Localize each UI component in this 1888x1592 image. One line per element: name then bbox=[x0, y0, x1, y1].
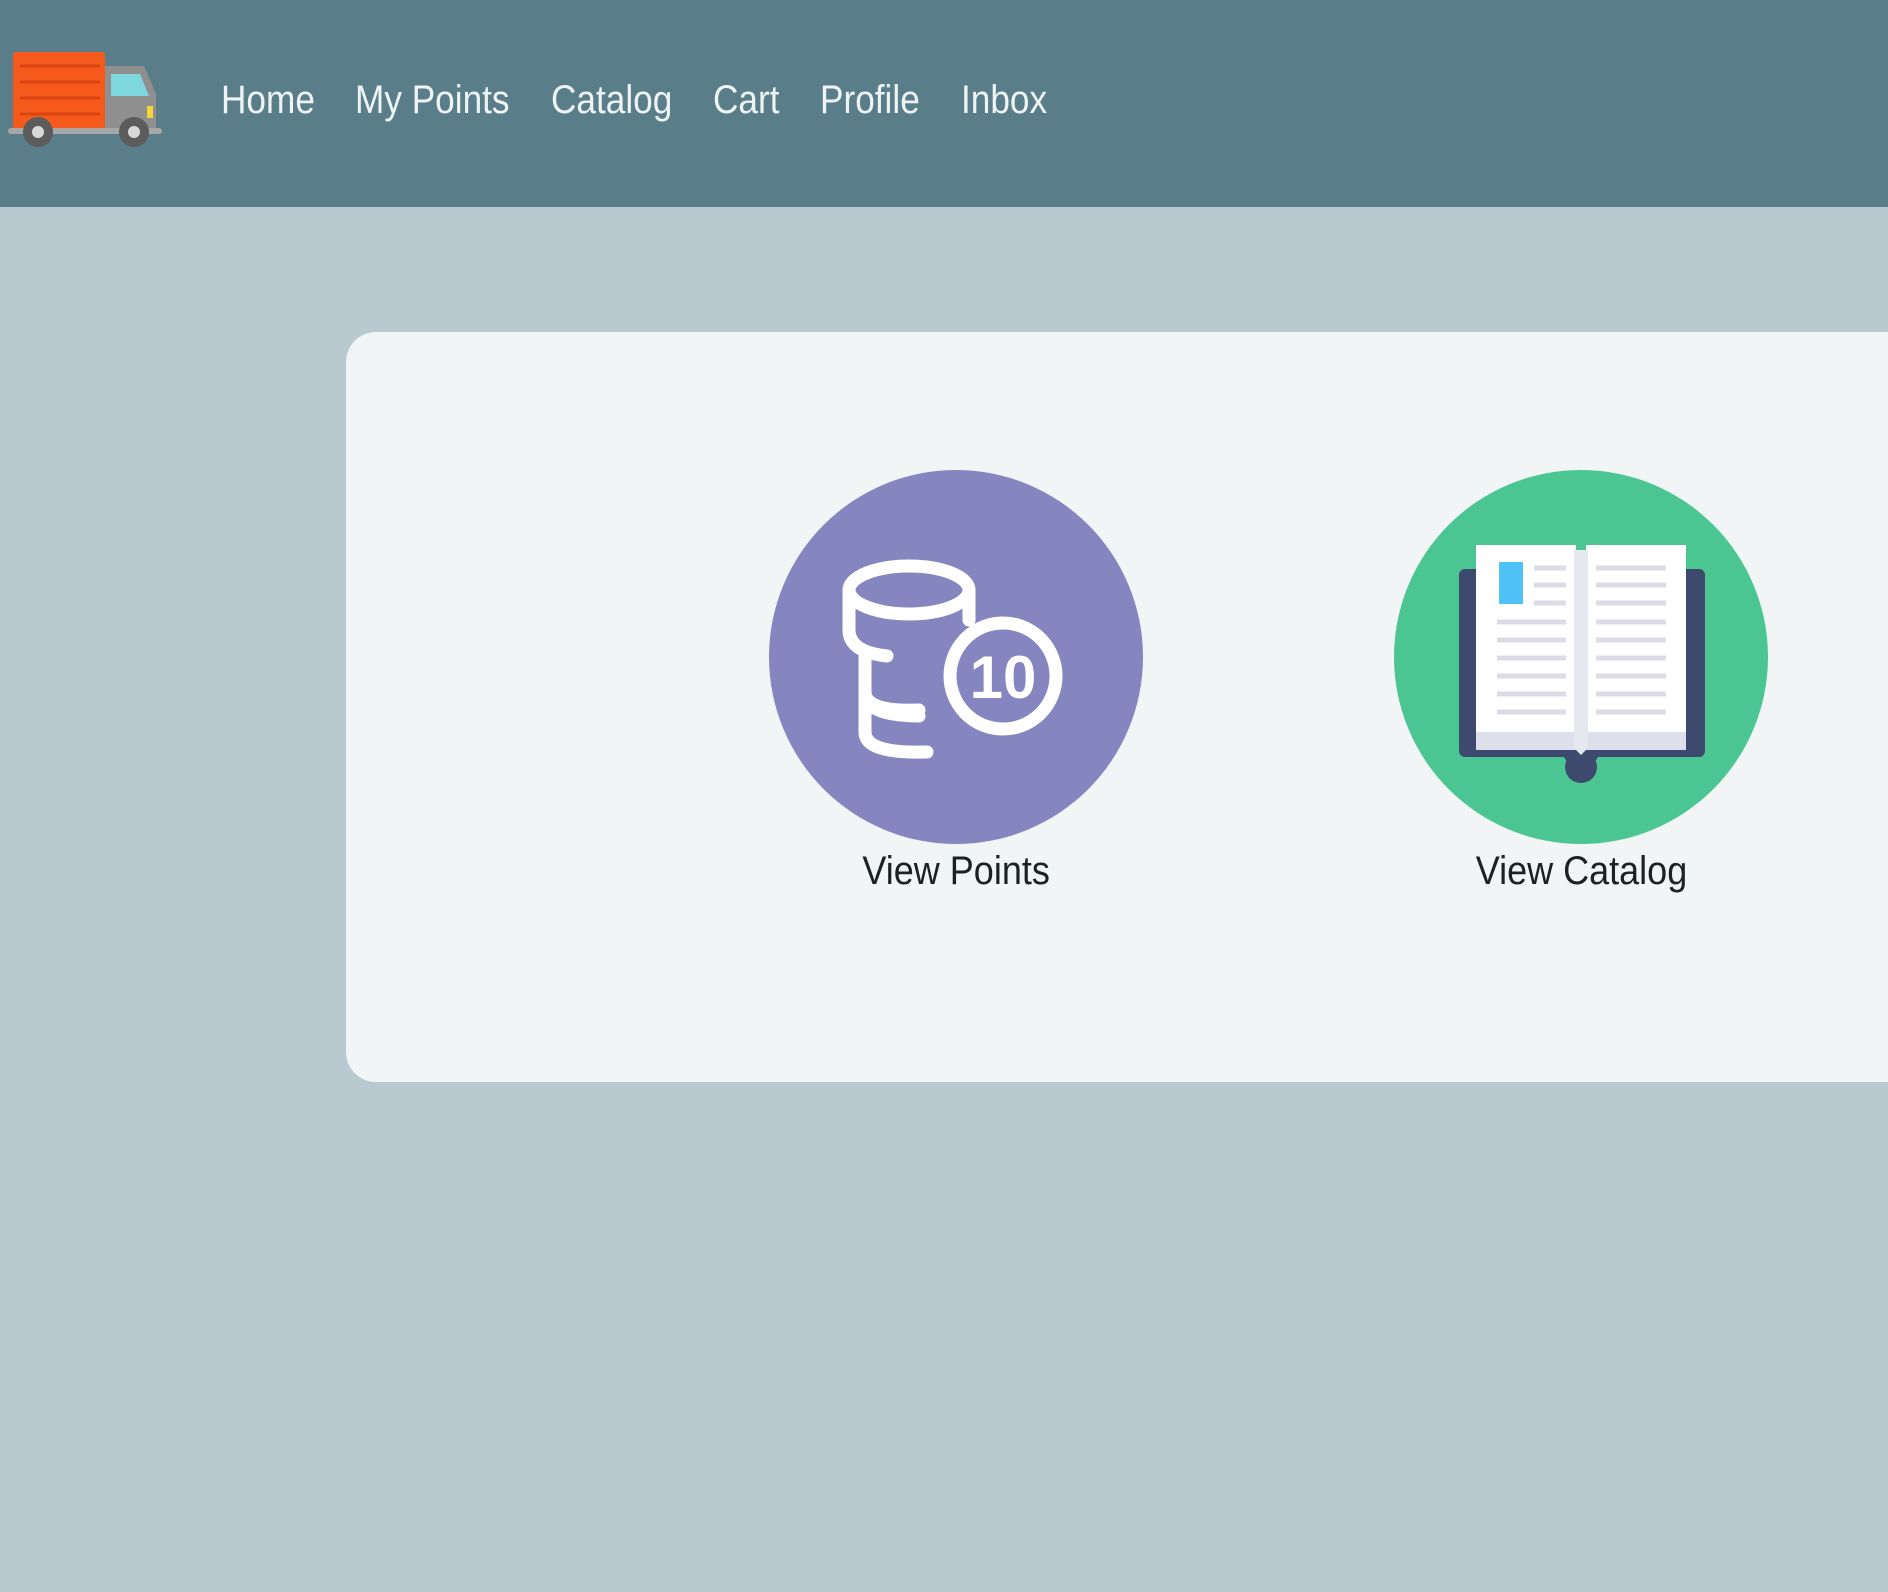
navbar: Home My Points Catalog Cart Profile Inbo… bbox=[0, 0, 1888, 207]
view-points-button[interactable]: 10 bbox=[769, 470, 1143, 844]
coins-icon: 10 bbox=[842, 559, 1063, 759]
coin-value-text: 10 bbox=[970, 644, 1037, 711]
view-catalog-label[interactable]: View Catalog bbox=[1391, 846, 1771, 896]
nav-link-catalog[interactable]: Catalog bbox=[551, 74, 672, 126]
nav-link-inbox[interactable]: Inbox bbox=[961, 74, 1047, 126]
view-catalog-button[interactable] bbox=[1394, 470, 1768, 844]
nav-link-home[interactable]: Home bbox=[221, 74, 315, 126]
dashboard-card: 10 View Points View Catalog bbox=[346, 332, 1888, 1082]
nav-link-profile[interactable]: Profile bbox=[820, 74, 920, 126]
nav-link-cart[interactable]: Cart bbox=[713, 74, 780, 126]
open-book-icon bbox=[1459, 545, 1705, 783]
view-points-label[interactable]: View Points bbox=[766, 846, 1146, 896]
nav-link-my-points[interactable]: My Points bbox=[355, 74, 510, 126]
delivery-truck-icon[interactable] bbox=[8, 48, 164, 152]
